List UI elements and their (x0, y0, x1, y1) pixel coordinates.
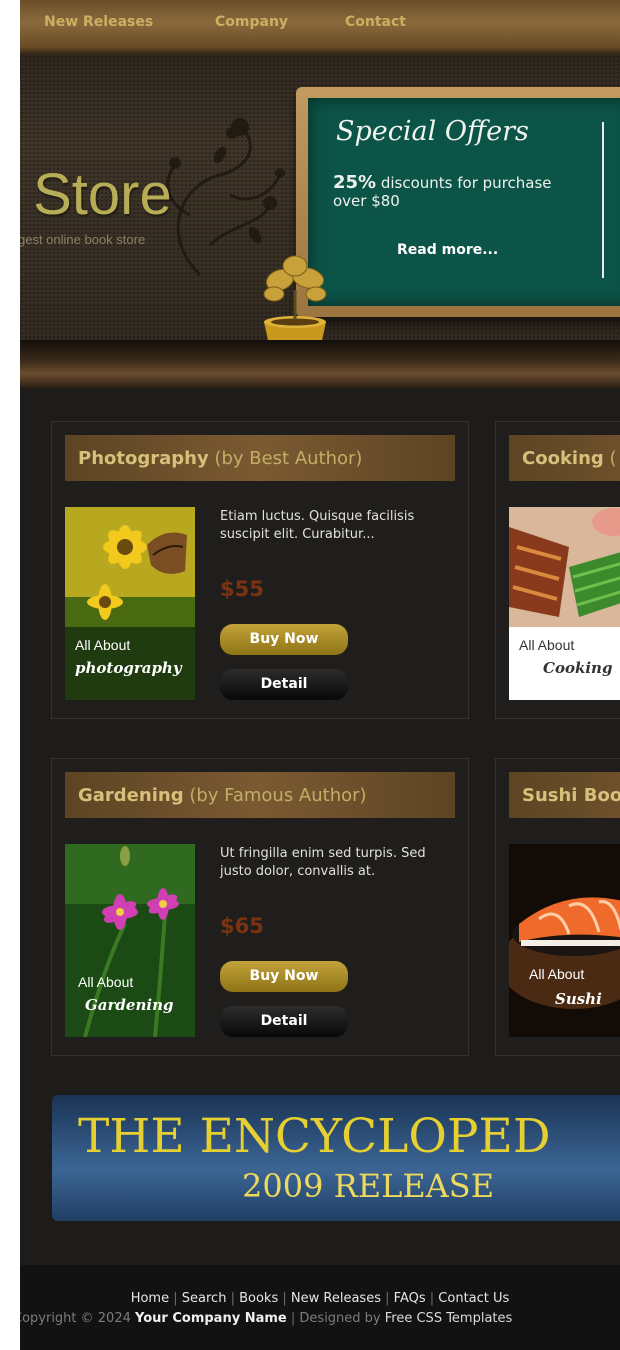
product-price: $65 (220, 914, 264, 938)
copyright-text: Copyright © 2024 (20, 1311, 131, 1326)
product-card-sushi: Sushi Boo All About Sushi (495, 758, 620, 1056)
footer-link-contact-us[interactable]: Contact Us (438, 1291, 509, 1306)
footer-link-new-releases[interactable]: New Releases (291, 1291, 381, 1306)
detail-button[interactable]: Detail (220, 1006, 348, 1037)
product-title[interactable]: Photography (78, 448, 209, 469)
product-title-bar: Gardening (by Famous Author) (65, 772, 455, 818)
read-more-link[interactable]: Read more... (397, 242, 498, 258)
detail-button[interactable]: Detail (220, 669, 348, 700)
nav-contact[interactable]: Contact (345, 14, 406, 30)
product-card-gardening: Gardening (by Famous Author) All About G… (51, 758, 469, 1056)
cover-line-1: All About (529, 966, 585, 982)
footer-link-search[interactable]: Search (182, 1291, 227, 1306)
buy-now-button[interactable]: Buy Now (220, 624, 348, 655)
product-title[interactable]: Gardening (78, 785, 184, 806)
nav-company[interactable]: Company (215, 14, 288, 30)
product-title-bar: Sushi Boo (509, 772, 620, 818)
book-cover-cooking[interactable]: All About Cooking (509, 507, 620, 700)
encyclopedia-banner[interactable]: THE ENCYCLOPED 2009 RELEASE (52, 1095, 620, 1221)
footer-separator: | (230, 1291, 235, 1306)
cover-line-1: All About (519, 637, 575, 653)
product-title[interactable]: Sushi Boo (522, 785, 620, 806)
footer-link-faqs[interactable]: FAQs (394, 1291, 426, 1306)
sushi-cover-image (509, 844, 620, 1037)
cover-line-1: All About (78, 974, 134, 990)
product-author: (by Best Author) (214, 448, 363, 469)
wooden-shelf (20, 340, 620, 388)
footer-separator: | (429, 1291, 435, 1306)
product-description: Ut fringilla enim sed turpis. Sed justo … (220, 846, 426, 879)
cover-line-2: Cooking (543, 659, 613, 677)
footer-link-books[interactable]: Books (239, 1291, 278, 1306)
cover-line-1: All About (75, 637, 131, 653)
footer-separator: | (282, 1291, 287, 1306)
product-title-bar: Cooking ( (509, 435, 620, 481)
cover-line-2: photography (75, 659, 182, 677)
offer-text: 25% discounts for purchase over $80 (333, 172, 573, 211)
product-price: $55 (220, 577, 264, 601)
book-cover-sushi[interactable]: All About Sushi (509, 844, 620, 1037)
cover-line-2: Sushi (555, 990, 602, 1008)
special-offers-board: Special Offers 25% discounts for purchas… (296, 87, 620, 317)
footer-separator: | (173, 1291, 178, 1306)
banner-title: THE ENCYCLOPED (78, 1109, 551, 1164)
chalk-divider (602, 122, 604, 278)
nav-new-releases[interactable]: New Releases (44, 14, 153, 30)
product-card-cooking: Cooking ( All About Cooking (495, 421, 620, 719)
footer-separator: | (290, 1311, 296, 1326)
book-cover-photography[interactable]: All About photography (65, 507, 195, 700)
designer-link[interactable]: Free CSS Templates (385, 1311, 513, 1326)
offer-percent: 25% (333, 172, 377, 193)
cover-line-2: Gardening (85, 996, 174, 1014)
site-wrapper: New Releases Company Contact k Store ges… (20, 0, 620, 1350)
product-author: (by Famous Author) (189, 785, 367, 806)
book-cover-gardening[interactable]: All About Gardening (65, 844, 195, 1037)
product-card-photography: Photography (by Best Author) All About p… (51, 421, 469, 719)
header-banner: k Store gest online book store Special O… (20, 55, 620, 388)
product-title-bar: Photography (by Best Author) (65, 435, 455, 481)
footer-link-home[interactable]: Home (131, 1291, 169, 1306)
footer-separator: | (385, 1291, 390, 1306)
product-description: Etiam luctus. Quisque facilisis suscipit… (220, 509, 415, 542)
footer-links: Home | Search | Books | New Releases | F… (20, 1291, 620, 1306)
designed-by-text: Designed by (299, 1311, 381, 1326)
footer: Home | Search | Books | New Releases | F… (20, 1265, 620, 1350)
store-tagline: gest online book store (20, 232, 146, 247)
footer-copyright: Copyright © 2024 Your Company Name | Des… (20, 1311, 613, 1326)
top-navigation: New Releases Company Contact (20, 0, 620, 55)
store-title: k Store (20, 162, 172, 227)
board-surface: Special Offers 25% discounts for purchas… (308, 98, 620, 306)
product-author: ( (609, 448, 617, 469)
product-title[interactable]: Cooking (522, 448, 604, 469)
banner-subtitle: 2009 RELEASE (242, 1167, 495, 1205)
company-name-link[interactable]: Your Company Name (135, 1311, 287, 1326)
offer-title: Special Offers (336, 116, 529, 147)
buy-now-button[interactable]: Buy Now (220, 961, 348, 992)
